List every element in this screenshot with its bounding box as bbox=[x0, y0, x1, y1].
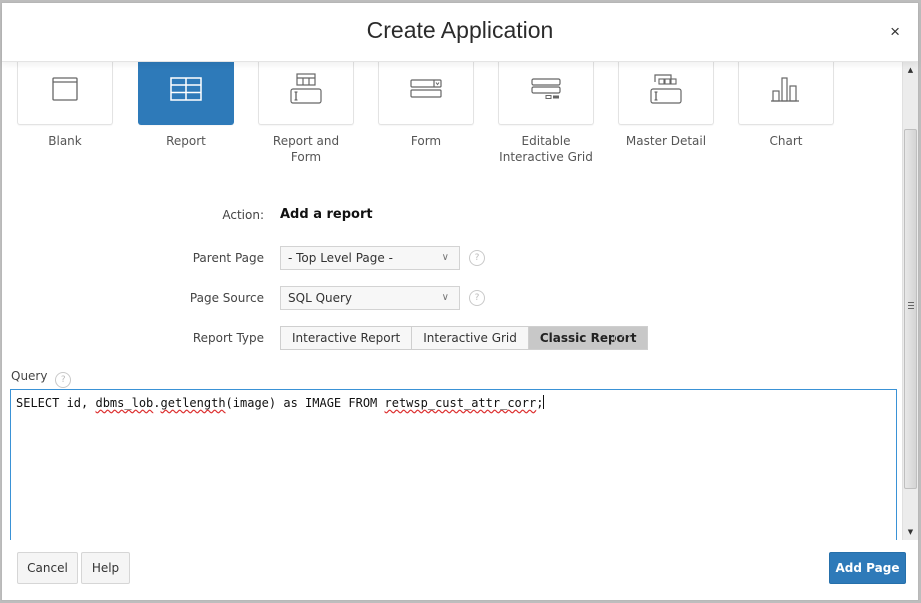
action-label: Action: bbox=[222, 208, 264, 222]
tile-label: Blank bbox=[48, 134, 82, 148]
dialog-header: Create Application × bbox=[2, 3, 918, 62]
query-part-misspelled: getlength bbox=[160, 396, 226, 410]
report-type-classic-report[interactable]: Classic Report bbox=[527, 326, 649, 350]
tile-label: Report bbox=[166, 134, 206, 148]
parent-page-help-icon[interactable]: ? bbox=[469, 250, 485, 266]
action-value: Add a report bbox=[280, 207, 373, 222]
query-part-misspelled: retwsp_cust_attr_corr bbox=[384, 396, 537, 410]
form-icon bbox=[410, 78, 442, 98]
blank-page-icon bbox=[52, 76, 78, 101]
report-grid-icon bbox=[170, 76, 202, 101]
parent-page-row: Parent Page - Top Level Page - ∨ ? bbox=[2, 246, 702, 270]
query-part: (image) as IMAGE FROM bbox=[225, 396, 385, 410]
master-detail-icon bbox=[650, 73, 682, 104]
help-button[interactable]: Help bbox=[81, 552, 130, 584]
scroll-up-arrow-icon[interactable]: ▲ bbox=[903, 63, 918, 77]
report-type-label: Report Type bbox=[192, 331, 264, 345]
scrollbar-thumb[interactable] bbox=[904, 129, 917, 489]
tile-label: Form bbox=[410, 134, 442, 148]
page-source-help-icon[interactable]: ? bbox=[469, 290, 485, 306]
query-label: Query ? bbox=[11, 369, 72, 388]
close-button[interactable]: × bbox=[890, 22, 900, 42]
tile-report[interactable]: Report bbox=[138, 61, 234, 149]
create-application-dialog: Create Application × Blank Report Report… bbox=[1, 2, 919, 601]
report-type-help-icon[interactable]: ? bbox=[614, 330, 630, 346]
tile-label: Master Detail bbox=[625, 134, 707, 148]
query-part-misspelled: dbms_lob bbox=[95, 396, 154, 410]
page-source-row: Page Source SQL Query ∨ ? bbox=[2, 286, 702, 310]
parent-page-select[interactable]: - Top Level Page - ∨ bbox=[280, 246, 460, 270]
cancel-button[interactable]: Cancel bbox=[17, 552, 78, 584]
report-and-form-icon bbox=[290, 72, 322, 104]
query-part: SELECT id, bbox=[16, 396, 96, 410]
add-page-button[interactable]: Add Page bbox=[829, 552, 906, 584]
text-caret bbox=[543, 395, 545, 409]
page-source-label: Page Source bbox=[189, 291, 264, 305]
editable-grid-icon bbox=[531, 77, 561, 99]
query-label-text: Query bbox=[11, 369, 48, 383]
page-source-value: SQL Query bbox=[288, 291, 353, 305]
dialog-title: Create Application bbox=[366, 17, 554, 43]
chevron-down-icon: ∨ bbox=[441, 252, 449, 263]
tile-blank[interactable]: Blank bbox=[17, 61, 113, 149]
tile-label: Editable Interactive Grid bbox=[499, 134, 593, 164]
dialog-footer: Cancel Help Add Page bbox=[2, 540, 918, 600]
tile-label: Chart bbox=[769, 134, 803, 148]
parent-page-value: - Top Level Page - bbox=[288, 251, 393, 265]
tile-label: Report and Form bbox=[272, 134, 340, 164]
query-part: . bbox=[153, 396, 161, 410]
vertical-scrollbar[interactable]: ▲ ▼ bbox=[902, 61, 918, 541]
query-editor[interactable]: SELECT id, dbms_lob.getlength(image) as … bbox=[10, 389, 897, 543]
tile-chart[interactable]: Chart bbox=[738, 61, 834, 149]
parent-page-label: Parent Page bbox=[192, 251, 264, 265]
scroll-down-arrow-icon[interactable]: ▼ bbox=[903, 525, 918, 539]
page-source-select[interactable]: SQL Query ∨ bbox=[280, 286, 460, 310]
tile-form[interactable]: Form bbox=[378, 61, 474, 149]
tile-editable-interactive-grid[interactable]: Editable Interactive Grid bbox=[498, 61, 594, 165]
tile-report-and-form[interactable]: Report and Form bbox=[258, 61, 354, 165]
query-help-icon[interactable]: ? bbox=[55, 372, 72, 388]
action-row: Action: Add a report bbox=[2, 203, 702, 227]
report-type-segmented-control: Interactive Report Interactive Grid Clas… bbox=[280, 326, 649, 350]
tile-master-detail[interactable]: Master Detail bbox=[618, 61, 714, 149]
report-type-interactive-grid[interactable]: Interactive Grid bbox=[411, 326, 529, 350]
report-type-interactive-report[interactable]: Interactive Report bbox=[280, 326, 413, 350]
bar-chart-icon bbox=[771, 76, 799, 102]
chevron-down-icon: ∨ bbox=[441, 292, 449, 303]
query-part: ; bbox=[536, 396, 544, 410]
report-type-row: Report Type Interactive Report Interacti… bbox=[2, 326, 702, 350]
grip-icon bbox=[908, 302, 914, 310]
dialog-body: Blank Report Report and Form Form Editab… bbox=[2, 61, 906, 543]
